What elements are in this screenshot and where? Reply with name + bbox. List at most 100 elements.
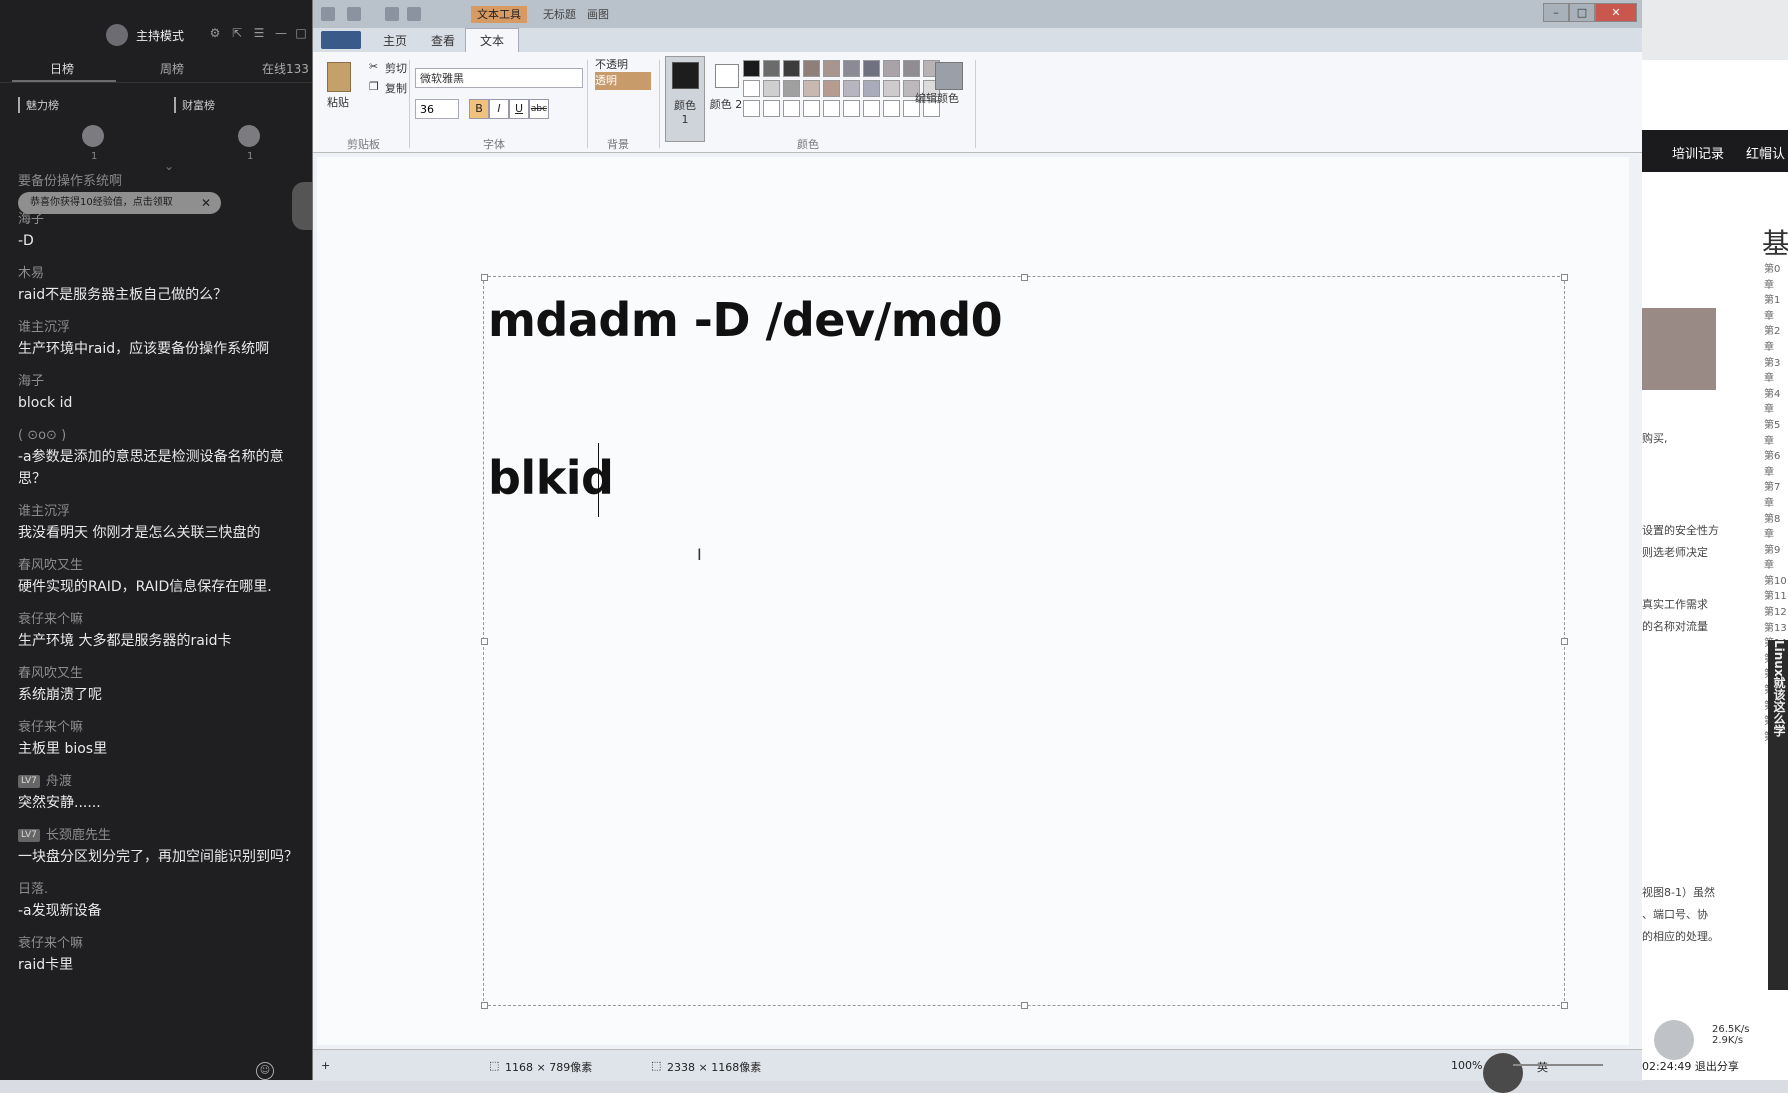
palette-swatch[interactable]: [843, 80, 860, 97]
cut-icon[interactable]: ✂: [369, 60, 378, 73]
minimize-icon[interactable]: —: [274, 26, 288, 40]
palette-swatch[interactable]: [843, 60, 860, 77]
chat-user[interactable]: 衰仔来个嘛: [18, 718, 303, 738]
paint-menu-button[interactable]: [321, 31, 361, 49]
maximize-icon[interactable]: □: [294, 26, 308, 40]
resize-handle[interactable]: [1021, 274, 1028, 281]
chapter-item[interactable]: 第7章: [1764, 480, 1788, 511]
palette-swatch[interactable]: [803, 60, 820, 77]
color2-button[interactable]: 颜色 2: [707, 56, 743, 140]
copy-icon[interactable]: ❐: [369, 80, 379, 93]
cut-button[interactable]: 剪切: [385, 60, 407, 76]
paste-icon[interactable]: [327, 62, 351, 92]
emoji-icon[interactable]: ☺: [256, 1062, 274, 1080]
chapter-item[interactable]: 第12: [1764, 605, 1788, 621]
palette-swatch[interactable]: [743, 60, 760, 77]
chapter-item[interactable]: 第8章: [1764, 512, 1788, 543]
paste-button[interactable]: 粘贴: [327, 94, 349, 110]
redo-icon[interactable]: [407, 7, 421, 21]
palette-swatch-empty[interactable]: [743, 100, 760, 117]
palette-swatch[interactable]: [883, 80, 900, 97]
nav-item[interactable]: 培训记录: [1672, 143, 1724, 162]
palette-swatch[interactable]: [783, 60, 800, 77]
promo-card[interactable]: [1642, 308, 1716, 390]
chapter-item[interactable]: 第4章: [1764, 387, 1788, 418]
rank-avatar[interactable]: [82, 125, 104, 147]
share-widget[interactable]: [1654, 1020, 1694, 1060]
rank-avatar[interactable]: [238, 125, 260, 147]
chapter-item[interactable]: 第6章: [1764, 449, 1788, 480]
settings-icon[interactable]: ⚙: [208, 26, 222, 40]
charm-rank-label[interactable]: 魅力榜: [18, 97, 59, 113]
vertical-scrollbar[interactable]: [1615, 161, 1627, 1041]
palette-swatch[interactable]: [863, 60, 880, 77]
exit-share-button[interactable]: 退出分享: [1695, 1060, 1739, 1073]
underline-button[interactable]: U: [509, 99, 529, 119]
palette-swatch[interactable]: [763, 60, 780, 77]
tab-weekly[interactable]: 周榜: [160, 60, 184, 77]
palette-swatch-empty[interactable]: [763, 100, 780, 117]
chevron-down-icon[interactable]: ⌄: [164, 159, 174, 173]
resize-handle[interactable]: [1561, 1002, 1568, 1009]
chat-user[interactable]: 海子: [18, 372, 303, 392]
palette-swatch[interactable]: [903, 60, 920, 77]
edit-colors-button[interactable]: 编辑颜色: [915, 90, 959, 106]
chat-user[interactable]: 舟渡: [46, 774, 72, 789]
resize-handle[interactable]: [481, 1002, 488, 1009]
chat-user[interactable]: ( ⊙o⊙ ): [18, 426, 303, 446]
host-avatar[interactable]: [106, 24, 128, 46]
bold-button[interactable]: B: [469, 99, 489, 119]
add-icon[interactable]: +: [321, 1059, 330, 1072]
book-banner[interactable]: Linux就该这么学: [1768, 640, 1788, 990]
resize-handle[interactable]: [1021, 1002, 1028, 1009]
edit-colors-icon[interactable]: [935, 62, 963, 90]
palette-swatch[interactable]: [783, 80, 800, 97]
resize-handle[interactable]: [1561, 274, 1568, 281]
chat-user[interactable]: 谁主沉浮: [18, 502, 303, 522]
palette-swatch[interactable]: [863, 80, 880, 97]
chat-user[interactable]: 长颈鹿先生: [46, 828, 111, 843]
palette-swatch[interactable]: [823, 80, 840, 97]
chat-user[interactable]: 春风吹又生: [18, 664, 303, 684]
chat-user[interactable]: 谁主沉浮: [18, 318, 303, 338]
palette-swatch[interactable]: [763, 80, 780, 97]
maximize-button[interactable]: □: [1569, 3, 1595, 22]
chapter-item[interactable]: 第11: [1764, 589, 1788, 605]
palette-swatch-empty[interactable]: [863, 100, 880, 117]
palette-swatch[interactable]: [883, 60, 900, 77]
palette-swatch-empty[interactable]: [883, 100, 900, 117]
copy-button[interactable]: 复制: [385, 80, 407, 96]
palette-swatch[interactable]: [803, 80, 820, 97]
text-box[interactable]: mdadm -D /dev/md0 blkid: [481, 274, 1568, 1009]
chapter-item[interactable]: 第10: [1764, 574, 1788, 590]
transparent-option[interactable]: 透明: [595, 72, 651, 90]
resize-handle[interactable]: [1561, 638, 1568, 645]
tab-daily[interactable]: 日榜: [50, 60, 74, 77]
tab-home[interactable]: 主页: [383, 32, 407, 49]
popout-icon[interactable]: ⇱: [230, 26, 244, 40]
app-icon[interactable]: [321, 7, 335, 21]
palette-swatch[interactable]: [823, 60, 840, 77]
chat-user[interactable]: 日落.: [18, 880, 303, 900]
palette-swatch-empty[interactable]: [783, 100, 800, 117]
chat-user[interactable]: 木易: [18, 264, 303, 284]
font-family-select[interactable]: 微软雅黑: [415, 68, 583, 88]
italic-button[interactable]: I: [489, 99, 509, 119]
drawing-canvas[interactable]: mdadm -D /dev/md0 blkid I: [317, 157, 1629, 1045]
ime-indicator[interactable]: 英: [1537, 1059, 1548, 1075]
chapter-item[interactable]: 第13: [1764, 621, 1788, 637]
chat-user[interactable]: 衰仔来个嘛: [18, 934, 303, 954]
wealth-rank-label[interactable]: 财富榜: [174, 97, 215, 113]
palette-swatch[interactable]: [743, 80, 760, 97]
minimize-button[interactable]: –: [1543, 3, 1569, 22]
save-icon[interactable]: [347, 7, 361, 21]
chapter-item[interactable]: 第2章: [1764, 324, 1788, 355]
resize-handle[interactable]: [481, 274, 488, 281]
chat-user[interactable]: 海子: [18, 210, 303, 230]
resize-handle[interactable]: [481, 638, 488, 645]
palette-swatch-empty[interactable]: [843, 100, 860, 117]
chapter-item[interactable]: 第0章: [1764, 262, 1788, 293]
chapter-item[interactable]: 第1章: [1764, 293, 1788, 324]
palette-swatch-empty[interactable]: [803, 100, 820, 117]
zoom-slider[interactable]: [1513, 1064, 1603, 1066]
